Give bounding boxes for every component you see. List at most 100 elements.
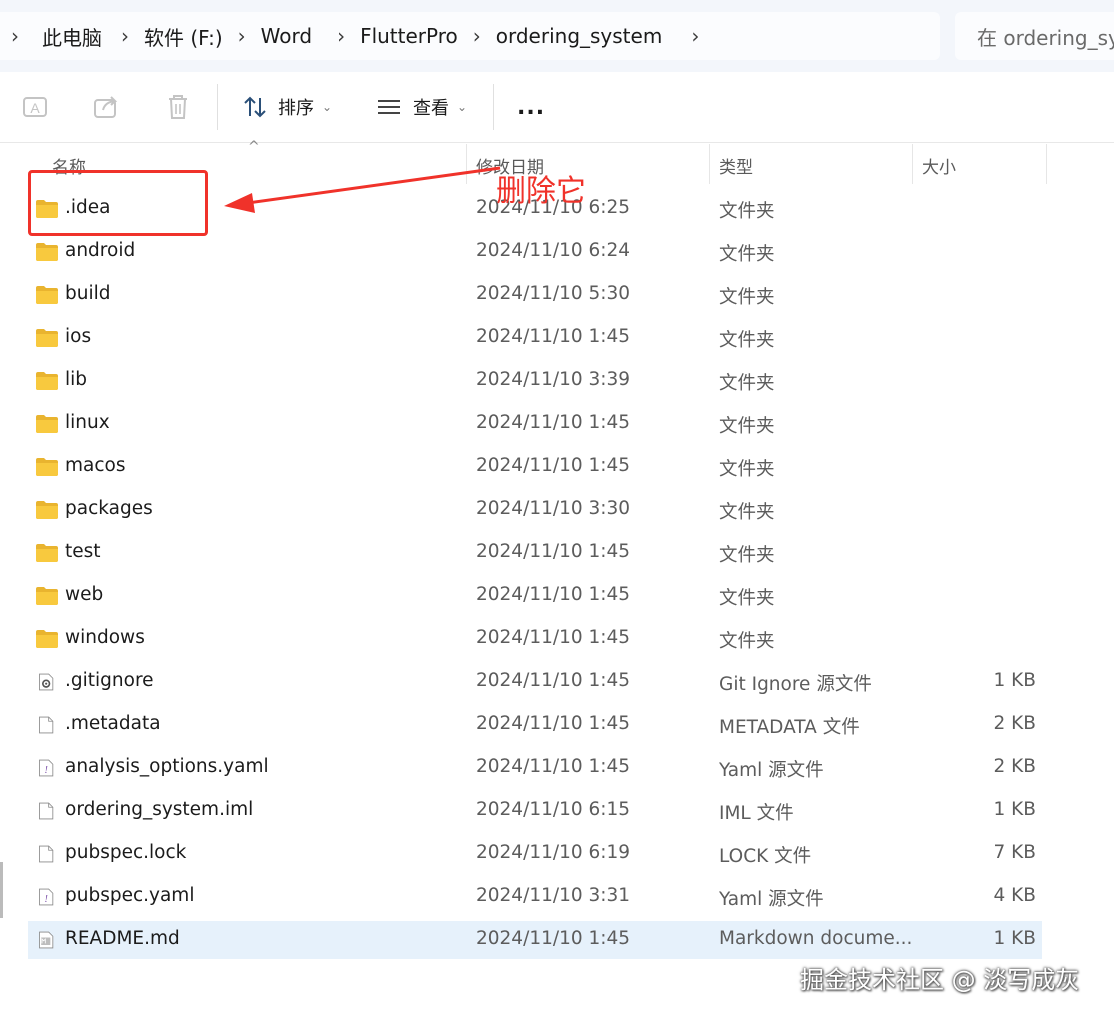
- file-name[interactable]: README.md: [65, 928, 180, 949]
- file-modified-date: 2024/11/10 1:45: [476, 326, 631, 347]
- file-name[interactable]: test: [65, 541, 101, 562]
- file-type: METADATA 文件: [719, 717, 860, 738]
- file-name[interactable]: lib: [65, 369, 87, 390]
- file-modified-date: 2024/11/10 1:45: [476, 928, 631, 949]
- file-row[interactable]: packages 2024/11/10 3:30 文件夹: [28, 491, 1042, 529]
- breadcrumb-ordering-system[interactable]: ordering_system: [496, 24, 663, 48]
- sort-icon: [244, 96, 266, 118]
- view-button[interactable]: 查看 ⌄: [376, 84, 467, 130]
- file-size: 2 KB: [993, 713, 1036, 734]
- chevron-right-icon[interactable]: ›: [0, 24, 30, 48]
- folder-icon: [36, 329, 58, 347]
- file-type: 文件夹: [719, 373, 775, 394]
- watermark: 掘金技术社区 @ 淡写成灰: [800, 966, 1080, 994]
- view-label: 查看: [413, 98, 449, 119]
- file-size: 1 KB: [993, 928, 1036, 949]
- chevron-right-icon[interactable]: ›: [106, 24, 144, 48]
- file-modified-date: 2024/11/10 3:30: [476, 498, 631, 519]
- file-type: Markdown docume...: [719, 928, 913, 949]
- file-row[interactable]: .gitignore 2024/11/10 1:45 Git Ignore 源文件 1…: [28, 663, 1042, 701]
- yaml-file-icon: !: [39, 759, 54, 777]
- file-modified-date: 2024/11/10 5:30: [476, 283, 631, 304]
- svg-text:!: !: [44, 765, 47, 776]
- folder-icon: [36, 501, 58, 519]
- file-type: 文件夹: [719, 502, 775, 523]
- file-name[interactable]: analysis_options.yaml: [65, 756, 269, 777]
- file-name[interactable]: windows: [65, 627, 145, 648]
- share-icon[interactable]: [91, 92, 121, 122]
- column-divider[interactable]: [466, 144, 467, 184]
- rename-icon[interactable]: A: [20, 92, 50, 122]
- markdown-file-icon: [39, 931, 54, 949]
- file-size: 1 KB: [993, 670, 1036, 691]
- file-row[interactable]: .metadata 2024/11/10 1:45 METADATA 文件 2 KB: [28, 706, 1042, 744]
- file-name[interactable]: pubspec.lock: [65, 842, 186, 863]
- chevron-right-icon[interactable]: ›: [223, 24, 261, 48]
- file-size: 7 KB: [993, 842, 1036, 863]
- file-name[interactable]: packages: [65, 498, 153, 519]
- file-modified-date: 2024/11/10 1:45: [476, 541, 631, 562]
- file-type: 文件夹: [719, 459, 775, 480]
- file-row[interactable]: README.md 2024/11/10 1:45 Markdown docume.…: [28, 921, 1042, 959]
- file-name[interactable]: .gitignore: [65, 670, 154, 691]
- breadcrumb-flutterpro[interactable]: FlutterPro: [360, 24, 458, 48]
- file-row[interactable]: lib 2024/11/10 3:39 文件夹: [28, 362, 1042, 400]
- column-divider[interactable]: [912, 144, 913, 184]
- file-row[interactable]: ordering_system.iml 2024/11/10 6:15 IML 文件…: [28, 792, 1042, 830]
- file-row[interactable]: ios 2024/11/10 1:45 文件夹: [28, 319, 1042, 357]
- file-row[interactable]: web 2024/11/10 1:45 文件夹: [28, 577, 1042, 615]
- file-modified-date: 2024/11/10 6:24: [476, 240, 631, 261]
- column-divider[interactable]: [709, 144, 710, 184]
- file-type: Yaml 源文件: [719, 889, 824, 910]
- folder-icon: [36, 372, 58, 390]
- chevron-right-icon[interactable]: ›: [458, 24, 496, 48]
- more-options-button[interactable]: ...: [517, 84, 545, 130]
- column-header-type[interactable]: 类型: [719, 153, 753, 178]
- chevron-down-icon: ⌄: [457, 100, 468, 114]
- file-name[interactable]: web: [65, 584, 103, 605]
- file-type: LOCK 文件: [719, 846, 812, 867]
- file-icon: [39, 845, 54, 863]
- file-row[interactable]: build 2024/11/10 5:30 文件夹: [28, 276, 1042, 314]
- file-row[interactable]: ! analysis_options.yaml 2024/11/10 1:45 Yam…: [28, 749, 1042, 787]
- file-modified-date: 2024/11/10 1:45: [476, 455, 631, 476]
- column-divider[interactable]: [1046, 144, 1047, 184]
- file-name[interactable]: macos: [65, 455, 126, 476]
- breadcrumb-this-pc[interactable]: 此电脑: [42, 22, 102, 51]
- delete-icon[interactable]: [163, 92, 193, 122]
- yaml-file-icon: !: [39, 888, 54, 906]
- file-name[interactable]: ordering_system.iml: [65, 799, 253, 820]
- file-row[interactable]: pubspec.lock 2024/11/10 6:19 LOCK 文件 7 KB: [28, 835, 1042, 873]
- file-row[interactable]: macos 2024/11/10 1:45 文件夹: [28, 448, 1042, 486]
- file-row[interactable]: linux 2024/11/10 1:45 文件夹: [28, 405, 1042, 443]
- file-name[interactable]: android: [65, 240, 135, 261]
- gear-file-icon: [39, 673, 54, 691]
- file-size: 2 KB: [993, 756, 1036, 777]
- file-name[interactable]: ios: [65, 326, 91, 347]
- sort-button[interactable]: 排序 ⌄: [242, 84, 332, 130]
- file-name[interactable]: linux: [65, 412, 110, 433]
- column-header-size[interactable]: 大小: [922, 153, 956, 178]
- file-type: 文件夹: [719, 201, 775, 222]
- folder-icon: [36, 544, 58, 562]
- file-name[interactable]: build: [65, 283, 111, 304]
- chevron-right-icon[interactable]: ›: [676, 24, 714, 48]
- file-type: 文件夹: [719, 545, 775, 566]
- file-icon: [39, 716, 54, 734]
- folder-icon: [36, 243, 58, 261]
- file-modified-date: 2024/11/10 1:45: [476, 627, 631, 648]
- sort-ascending-icon: ^: [248, 139, 260, 155]
- command-bar: A 排序 ⌄ 查看 ⌄ ...: [0, 72, 1114, 143]
- breadcrumb-drive-f[interactable]: 软件 (F:): [144, 22, 223, 51]
- file-row[interactable]: windows 2024/11/10 1:45 文件夹: [28, 620, 1042, 658]
- file-name[interactable]: pubspec.yaml: [65, 885, 194, 906]
- breadcrumb[interactable]: › 此电脑 › 软件 (F:) › Word › FlutterPro › or…: [0, 12, 940, 60]
- breadcrumb-word[interactable]: Word: [261, 24, 312, 48]
- file-row[interactable]: ! pubspec.yaml 2024/11/10 3:31 Yaml 源文件 4 KB: [28, 878, 1042, 916]
- file-name[interactable]: .metadata: [65, 713, 161, 734]
- search-input[interactable]: 在 ordering_system 中搜索: [955, 12, 1114, 60]
- sort-label: 排序: [278, 98, 314, 119]
- file-row[interactable]: test 2024/11/10 1:45 文件夹: [28, 534, 1042, 572]
- chevron-right-icon[interactable]: ›: [322, 24, 360, 48]
- file-row[interactable]: android 2024/11/10 6:24 文件夹: [28, 233, 1042, 271]
